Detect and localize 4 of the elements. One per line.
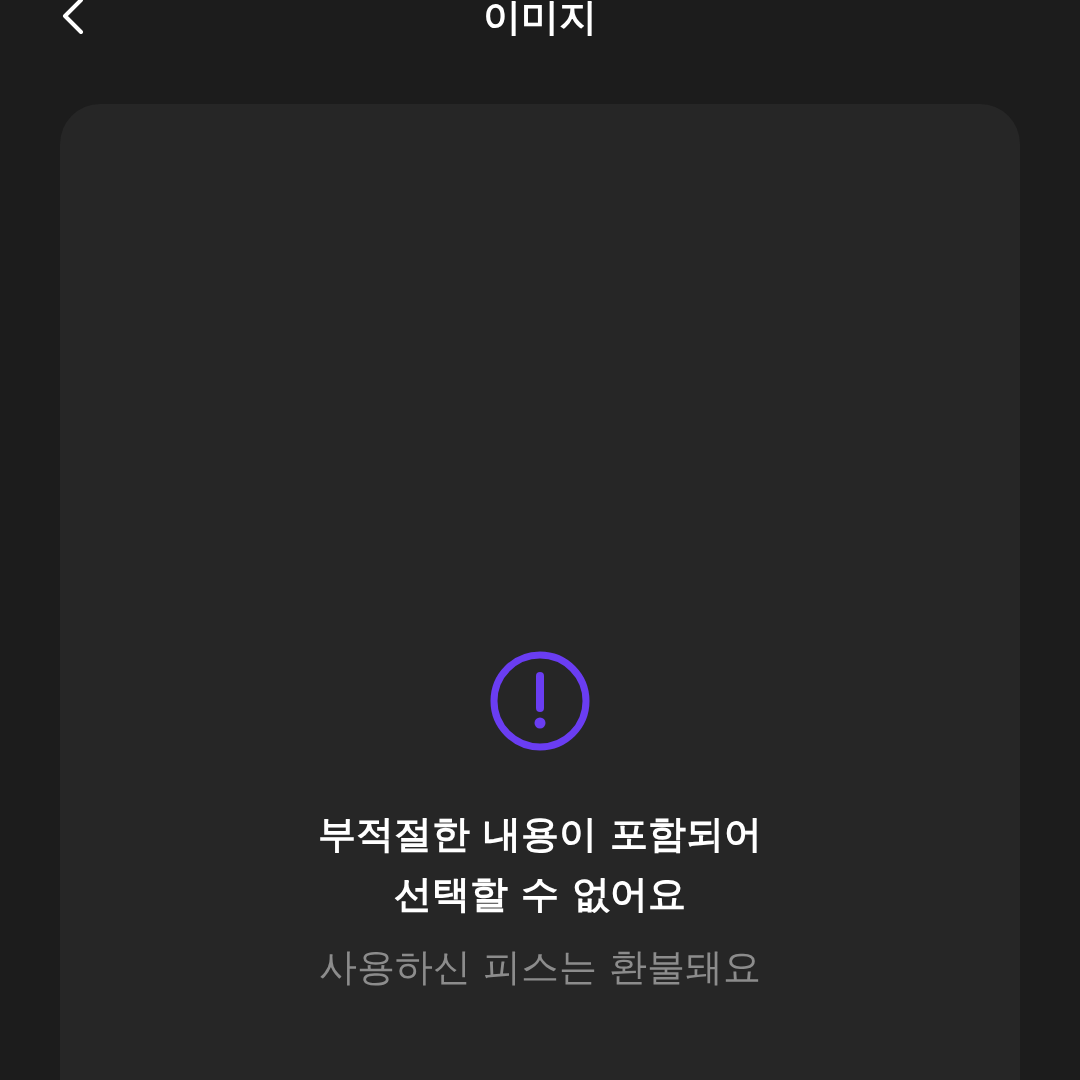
screen-title: 이미지 [483, 0, 597, 36]
exclamation-circle-icon [489, 650, 591, 752]
notice-title: 부적절한 내용이 포함되어 선택할 수 없어요 [317, 811, 763, 918]
notice-subtitle: 사용하신 피스는 환불돼요 [318, 944, 762, 991]
